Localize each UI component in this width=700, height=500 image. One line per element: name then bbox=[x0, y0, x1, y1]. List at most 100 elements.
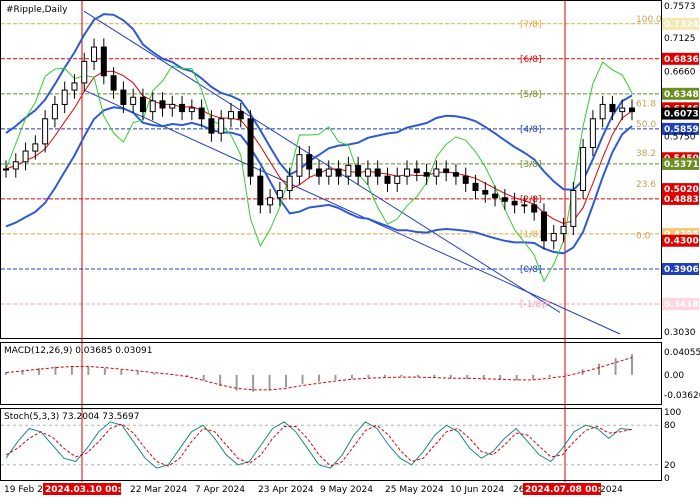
time-tick-label: 25 May 2024 bbox=[385, 485, 444, 495]
murrey-level-label: [5/8] bbox=[520, 90, 542, 100]
candle-body bbox=[619, 107, 626, 113]
price-tag-label: 0.4883 bbox=[664, 195, 699, 205]
stoch-tick-label: 100 bbox=[664, 408, 681, 418]
stoch-tick-label: 20 bbox=[664, 461, 676, 471]
stoch-tick-label: 0 bbox=[664, 474, 670, 484]
candle-body bbox=[306, 154, 313, 170]
price-tick-label: 0.7573 bbox=[664, 2, 696, 12]
symbol-title: #Ripple,Daily bbox=[6, 5, 68, 15]
candle-body bbox=[51, 103, 58, 120]
candle-body bbox=[296, 154, 303, 177]
macd-tick-label: -0.03626 bbox=[664, 391, 700, 401]
fib-level-label: 38.2 bbox=[636, 149, 656, 159]
fib-level-label: 50.0 bbox=[636, 120, 656, 130]
murrey-level-label: [-1/8]P bbox=[520, 300, 551, 310]
candle-body bbox=[501, 197, 508, 202]
candle-body bbox=[179, 103, 186, 113]
candle-body bbox=[12, 161, 19, 170]
time-tick-label: 22 Mar 2024 bbox=[130, 485, 187, 495]
macd-tick-label: 0.00 bbox=[664, 371, 684, 381]
candle-body bbox=[237, 111, 244, 120]
candle-body bbox=[208, 118, 215, 134]
candle-body bbox=[325, 168, 332, 177]
time-tick-label: 10 Jun 2024 bbox=[450, 485, 504, 495]
candle-body bbox=[511, 200, 518, 206]
macd-title: MACD(12,26,9) 0.03685 0.03091 bbox=[4, 346, 153, 356]
candle-body bbox=[570, 190, 577, 227]
candle-body bbox=[550, 233, 557, 242]
candle-body bbox=[267, 197, 274, 206]
candle-body bbox=[71, 82, 78, 91]
candle-body bbox=[452, 172, 459, 177]
time-tick-label: 23 Apr 2024 bbox=[258, 485, 314, 495]
macd-tick-label: 0.04055 bbox=[664, 348, 700, 358]
stoch-tick-label: 80 bbox=[664, 421, 676, 431]
stoch-title: Stoch(5,3,3) 73.2004 73.5697 bbox=[4, 412, 139, 422]
fib-level-label: 23.6 bbox=[636, 180, 656, 190]
candle-body bbox=[462, 175, 469, 184]
murrey-level-label: [0/8] bbox=[520, 265, 542, 275]
candle-body bbox=[91, 46, 98, 62]
candle-body bbox=[540, 211, 547, 242]
candle-body bbox=[159, 100, 166, 109]
fib-level-label: 61.8 bbox=[636, 99, 656, 109]
candle-body bbox=[599, 103, 606, 120]
time-tick-label: 9 May 2024 bbox=[320, 485, 373, 495]
candle-body bbox=[560, 225, 567, 235]
candle-body bbox=[218, 118, 225, 134]
murrey-level-label: [2/8] bbox=[520, 195, 542, 205]
candle-body bbox=[139, 96, 146, 113]
candle-body bbox=[130, 96, 137, 105]
candle-body bbox=[42, 118, 49, 145]
murrey-level-label: [7/8] bbox=[520, 20, 542, 30]
murrey-level-label: [6/8] bbox=[520, 55, 542, 65]
candle-body bbox=[81, 60, 88, 84]
price-tick-label: 0.5750 bbox=[664, 133, 696, 143]
price-tag-label: 0.5371 bbox=[664, 160, 699, 170]
candle-body bbox=[433, 168, 440, 177]
fib-level-label: 100.0 bbox=[636, 15, 662, 25]
price-tick-label: 0.3030 bbox=[664, 328, 696, 338]
highlighted-date-label: 2024.03.10 00:00 bbox=[45, 485, 134, 495]
candle-body bbox=[110, 75, 117, 91]
candle-body bbox=[335, 168, 342, 177]
candle-body bbox=[355, 164, 362, 177]
candle-body bbox=[364, 168, 371, 177]
price-tag-label: 0.3418 bbox=[664, 300, 699, 310]
candle-body bbox=[257, 175, 264, 206]
price-tag-label: 0.6348 bbox=[664, 90, 699, 100]
candle-body bbox=[384, 175, 391, 184]
candle-body bbox=[374, 168, 381, 177]
candle-body bbox=[345, 164, 352, 177]
time-tick-label: 26 bbox=[513, 485, 525, 495]
candle-body bbox=[580, 146, 587, 192]
candle-body bbox=[404, 168, 411, 177]
candle-body bbox=[32, 143, 39, 152]
candle-body bbox=[198, 107, 205, 120]
candle-body bbox=[472, 182, 479, 192]
candle-body bbox=[120, 89, 127, 105]
candle-body bbox=[276, 190, 283, 199]
candle-body bbox=[423, 172, 430, 177]
candle-body bbox=[394, 175, 401, 184]
candle-body bbox=[521, 204, 528, 207]
ripple-daily-chart: [7/8] [6/8] [5/8] [4/8] [3/8] [2/8] [1/8] [0/8]… bbox=[0, 0, 700, 500]
candle-body bbox=[316, 168, 322, 177]
price-tick-label: 0.7125 bbox=[664, 34, 696, 44]
candle-body bbox=[149, 100, 156, 113]
candle-body bbox=[492, 193, 499, 199]
price-tag-label: 0.6073 bbox=[664, 110, 699, 120]
candle-body bbox=[609, 103, 616, 113]
candle-body bbox=[188, 107, 195, 113]
candle-body bbox=[3, 168, 9, 171]
candle-body bbox=[531, 204, 538, 213]
time-tick-label: 2024 bbox=[600, 485, 623, 495]
murrey-level-label: [1/8] bbox=[520, 230, 542, 240]
murrey-level-label: [3/8] bbox=[520, 160, 542, 170]
time-axis: 19 Feb 20242024.03.10 00:0022 Mar 2024 7 … bbox=[4, 483, 623, 495]
candle-body bbox=[629, 107, 635, 113]
fib-level-label: 0.0 bbox=[636, 232, 651, 242]
candle-body bbox=[227, 111, 234, 120]
candle-body bbox=[169, 103, 176, 109]
candle-body bbox=[61, 89, 68, 105]
